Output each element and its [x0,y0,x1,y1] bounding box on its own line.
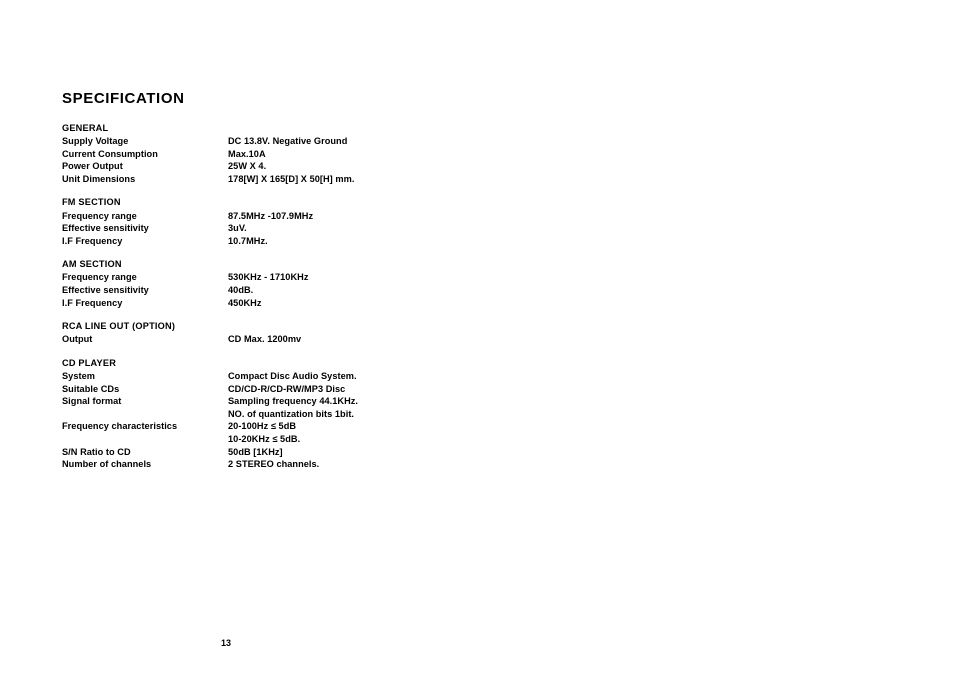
spec-row: Frequency range 87.5MHz -107.9MHz [62,210,462,223]
page-number-left: 13 [221,638,232,648]
spec-group-heading: GENERAL [62,123,109,133]
spec-row: I.F Frequency 10.7MHz. [62,235,462,248]
spec-group-rca: RCA LINE OUT (OPTION) Output CD Max. 120… [62,320,462,346]
spec-group-cd-player: CD PLAYER System Compact Disc Audio Syst… [62,357,462,471]
spec-row: Frequency characteristics 20-100Hz ≤ 5dB [62,420,462,433]
spec-value: 178[W] X 165[D] X 50[H] mm. [228,173,355,184]
spec-label: Frequency characteristics [62,421,178,432]
spec-group-am: AM SECTION Frequency range 530KHz - 1710… [62,258,462,309]
spec-value: 87.5MHz -107.9MHz [228,210,314,221]
spec-label: Frequency range [62,272,137,283]
specification-page: SPECIFICATION GENERAL Supply Voltage DC … [0,0,477,676]
spec-value: Compact Disc Audio System. [228,371,357,381]
spec-group-fm: FM SECTION Frequency range 87.5MHz -107.… [62,196,462,247]
specification-list: GENERAL Supply Voltage DC 13.8V. Negativ… [62,122,462,471]
spec-row: Signal format Sampling frequency 44.1KHz… [62,395,462,408]
spec-label: Unit Dimensions [62,173,136,184]
spec-label: S/N Ratio to CD [62,446,131,457]
spec-label: Number of channels [62,459,152,470]
spec-row: Output CD Max. 1200mv [62,333,462,346]
spec-value: 50dB [1KHz] [228,446,283,457]
spec-group-heading: RCA LINE OUT (OPTION) [62,321,176,332]
spec-label: Current Consumption [62,148,158,159]
spec-label: System [62,371,95,381]
spec-row: Effective sensitivity 3uV. [62,222,462,235]
spec-row: S/N Ratio to CD 50dB [1KHz] [62,446,462,459]
spec-value: CD Max. 1200mv [228,334,302,345]
spec-value: 25W X 4. [228,161,267,172]
spec-value: NO. of quantization bits 1bit. [228,408,355,419]
spec-row: Number of channels 2 STEREO channels. [62,458,462,471]
spec-label: Power Output [62,161,123,172]
spec-row: Effective sensitivity 40dB. [62,284,462,297]
spec-row: Supply Voltage DC 13.8V. Negative Ground [62,135,462,148]
spec-label: Signal format [62,396,122,407]
spec-value: 530KHz - 1710KHz [228,272,309,283]
spec-value: 40dB. [228,285,254,296]
spec-label: Frequency range [62,210,137,221]
controls-page: LOCATION AND FUNCTION OF CONTROLS Fig. 1… [477,0,954,676]
spec-value: 3uV. [228,223,247,234]
spec-group-heading: CD PLAYER [62,357,117,368]
spec-value: 20-100Hz ≤ 5dB [228,421,297,432]
spec-value: 2 STEREO channels. [228,459,320,470]
spec-value: Sampling frequency 44.1KHz. [228,396,359,407]
spec-group-heading: FM SECTION [62,197,121,208]
spec-value: DC 13.8V. Negative Ground [228,136,348,147]
spec-row: Power Output 25W X 4. [62,160,462,173]
spec-row: Suitable CDs CD/CD-R/CD-RW/MP3 Disc [62,383,462,396]
spec-group-general: GENERAL Supply Voltage DC 13.8V. Negativ… [62,122,462,185]
spec-row: Current Consumption Max.10A [62,148,462,161]
spec-label: Effective sensitivity [62,223,149,234]
spec-value: CD/CD-R/CD-RW/MP3 Disc [228,383,346,394]
spec-label: I.F Frequency [62,235,123,246]
spec-row: I.F Frequency 450KHz [62,297,462,310]
spec-label: Output [62,334,93,345]
spec-row: NO. of quantization bits 1bit. [62,408,462,421]
spec-label: Effective sensitivity [62,285,149,296]
spec-label: Supply Voltage [62,136,129,147]
spec-row: Unit Dimensions 178[W] X 165[D] X 50[H] … [62,173,462,186]
spec-row: 10-20KHz ≤ 5dB. [62,433,462,446]
spec-value: Max.10A [228,148,266,159]
spec-label: I.F Frequency [62,297,123,308]
page-title: SPECIFICATION [62,90,185,107]
spec-row: System Compact Disc Audio System. [62,370,462,383]
spec-value: 10.7MHz. [228,235,268,246]
spec-value: 450KHz [228,297,262,308]
spec-label: Suitable CDs [62,383,120,394]
spec-value: 10-20KHz ≤ 5dB. [228,433,301,444]
spec-row: Frequency range 530KHz - 1710KHz [62,271,462,284]
spec-group-heading: AM SECTION [62,259,122,270]
